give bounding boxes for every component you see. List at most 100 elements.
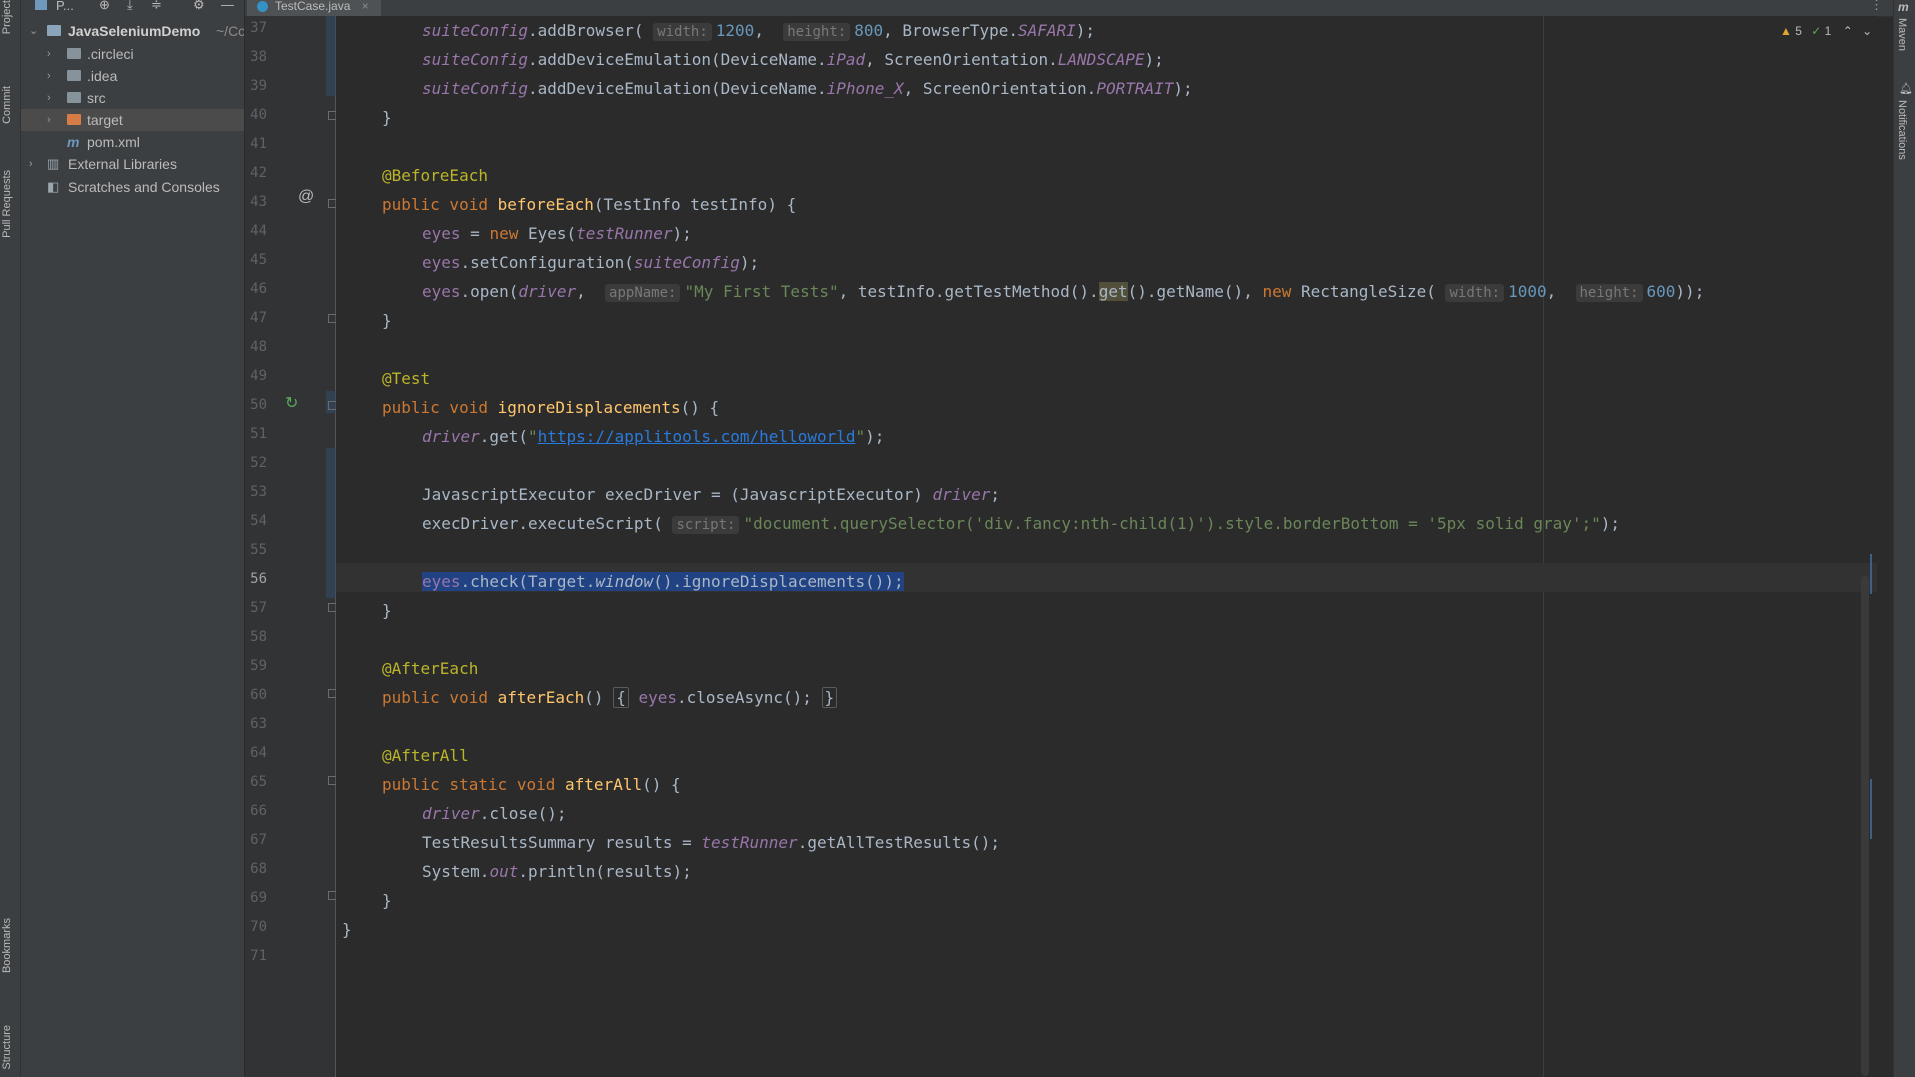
more-options-icon[interactable]: ⋮: [1870, 0, 1883, 13]
line-number: 63: [250, 716, 267, 732]
structure-tool-button[interactable]: Structure: [1, 1025, 13, 1070]
warning-count: 5: [1795, 24, 1802, 38]
code-line: public void afterEach() { eyes.closeAsyn…: [382, 683, 838, 712]
line-number: 46: [250, 281, 267, 297]
tab-label: TestCase.java: [275, 0, 351, 13]
code-line: eyes.setConfiguration(suiteConfig);: [422, 253, 760, 272]
line-number: 58: [250, 629, 267, 645]
tree-item-scratches[interactable]: ◧ Scratches and Consoles: [21, 176, 244, 198]
code-line: @Test: [382, 369, 431, 388]
folder-icon: [67, 92, 81, 103]
folder-icon: [67, 48, 81, 59]
line-number: 54: [250, 513, 267, 529]
right-margin-guide: [1543, 16, 1544, 1077]
minimize-icon[interactable]: —: [221, 0, 234, 12]
line-number: 50: [250, 397, 267, 413]
code-line-selected: eyes.check(Target.window().ignoreDisplac…: [422, 572, 904, 591]
folder-icon: [67, 70, 81, 81]
line-number: 41: [250, 136, 267, 152]
code-line: @AfterEach: [382, 659, 479, 678]
code-editor[interactable]: suiteConfig.addBrowser( width: 1200, heig…: [336, 16, 1877, 1077]
line-number: 64: [250, 745, 267, 761]
tree-item-label: src: [87, 90, 106, 106]
left-tool-strip: Project Commit Pull Requests Bookmarks S…: [0, 0, 21, 1077]
gear-icon[interactable]: ⚙: [193, 0, 205, 13]
code-line: }: [342, 920, 352, 939]
line-number: 60: [250, 687, 267, 703]
close-icon[interactable]: ×: [362, 0, 369, 13]
module-folder-icon: [47, 25, 61, 36]
chevron-down-icon[interactable]: ⌄: [1862, 24, 1872, 38]
line-number: 47: [250, 310, 267, 326]
scratches-icon: ◧: [47, 179, 60, 194]
chevron-down-icon[interactable]: ⌄: [29, 20, 38, 42]
app-name-string: "My First Tests": [684, 282, 839, 301]
code-line: }: [382, 601, 392, 620]
editor-gutter: 37 38 39 40 41 42 43 44 45 46 47 48 49 50 51 52 53 54 55 56…: [245, 16, 337, 1077]
code-line: System.out.println(results);: [422, 862, 692, 881]
chevron-up-icon[interactable]: ⌃: [1843, 24, 1853, 38]
code-line: public void beforeEach(TestInfo testInfo…: [382, 195, 797, 214]
code-line: public void ignoreDisplacements() {: [382, 398, 720, 417]
maven-icon: m: [1898, 0, 1909, 14]
tree-item-label: .circleci: [87, 46, 134, 62]
line-number: 68: [250, 861, 267, 877]
tree-item-target[interactable]: › target: [21, 109, 244, 131]
project-view-icon: [35, 0, 47, 10]
line-number: 39: [250, 78, 267, 94]
chevron-right-icon[interactable]: ›: [47, 87, 51, 109]
line-number: 40: [250, 107, 267, 123]
maven-tool-button[interactable]: Maven: [1896, 18, 1908, 51]
tree-item-circleci[interactable]: › .circleci: [21, 43, 244, 65]
chevron-right-icon[interactable]: ›: [29, 153, 33, 175]
tree-item-src[interactable]: › src: [21, 87, 244, 109]
url-link[interactable]: https://applitools.com/helloworld: [538, 427, 856, 446]
change-marker: [1870, 779, 1872, 839]
code-line: suiteConfig.addDeviceEmulation(DeviceNam…: [422, 79, 1193, 98]
tree-item-idea[interactable]: › .idea: [21, 65, 244, 87]
code-line: driver.get("https://applitools.com/hello…: [422, 427, 885, 446]
tree-item-pom[interactable]: m pom.xml: [21, 131, 244, 153]
project-tool-button[interactable]: Project: [1, 0, 13, 34]
code-line: }: [382, 108, 392, 127]
chevron-right-icon[interactable]: ›: [47, 109, 51, 131]
line-number: 56: [250, 571, 267, 587]
line-number: 66: [250, 803, 267, 819]
tree-item-label: External Libraries: [68, 156, 177, 172]
commit-tool-button[interactable]: Commit: [1, 86, 13, 124]
vcs-change-marker: [326, 16, 336, 96]
code-line: @BeforeEach: [382, 166, 488, 185]
line-number: 48: [250, 339, 267, 355]
tree-item-path: ~/Cc: [216, 23, 244, 39]
expand-all-icon[interactable]: ⤓: [127, 0, 133, 13]
ok-count: 1: [1824, 24, 1832, 38]
line-number: 51: [250, 426, 267, 442]
script-string: "document.querySelector('div.fancy:nth-c…: [743, 514, 1601, 533]
bell-icon: 🔔︎: [1899, 83, 1913, 95]
line-number: 59: [250, 658, 267, 674]
chevron-right-icon[interactable]: ›: [47, 65, 51, 87]
tree-item-external-libraries[interactable]: › ▥ External Libraries: [21, 153, 244, 175]
line-number: 42: [250, 165, 267, 181]
warning-icon: ▲: [1780, 24, 1792, 38]
line-number: 49: [250, 368, 267, 384]
run-test-icon[interactable]: ↻: [285, 393, 298, 413]
line-number: 37: [250, 20, 267, 36]
pull-requests-tool-button[interactable]: Pull Requests: [1, 170, 13, 238]
chevron-right-icon[interactable]: ›: [47, 43, 51, 65]
implementation-marker-icon[interactable]: @: [298, 188, 314, 206]
tree-item-label: target: [87, 112, 123, 128]
vertical-scrollbar[interactable]: [1861, 576, 1869, 1076]
locate-icon[interactable]: ⊕: [99, 0, 110, 13]
tree-item-root[interactable]: ⌄ JavaSeleniumDemo ~/Cc: [21, 20, 244, 42]
collapse-all-icon[interactable]: ≑: [151, 0, 162, 13]
notifications-tool-button[interactable]: Notifications: [1896, 100, 1908, 160]
line-number: 38: [250, 49, 267, 65]
inspection-status[interactable]: ▲ 5 ✓ 1 ⌃ ⌄: [1780, 24, 1872, 38]
java-class-icon: [257, 1, 268, 12]
right-tool-strip: m Maven 🔔︎ Notifications: [1893, 0, 1915, 1077]
code-line: }: [382, 891, 392, 910]
bookmarks-tool-button[interactable]: Bookmarks: [1, 918, 13, 973]
project-view-selector[interactable]: P...: [56, 0, 74, 13]
check-icon: ✓: [1811, 24, 1822, 38]
